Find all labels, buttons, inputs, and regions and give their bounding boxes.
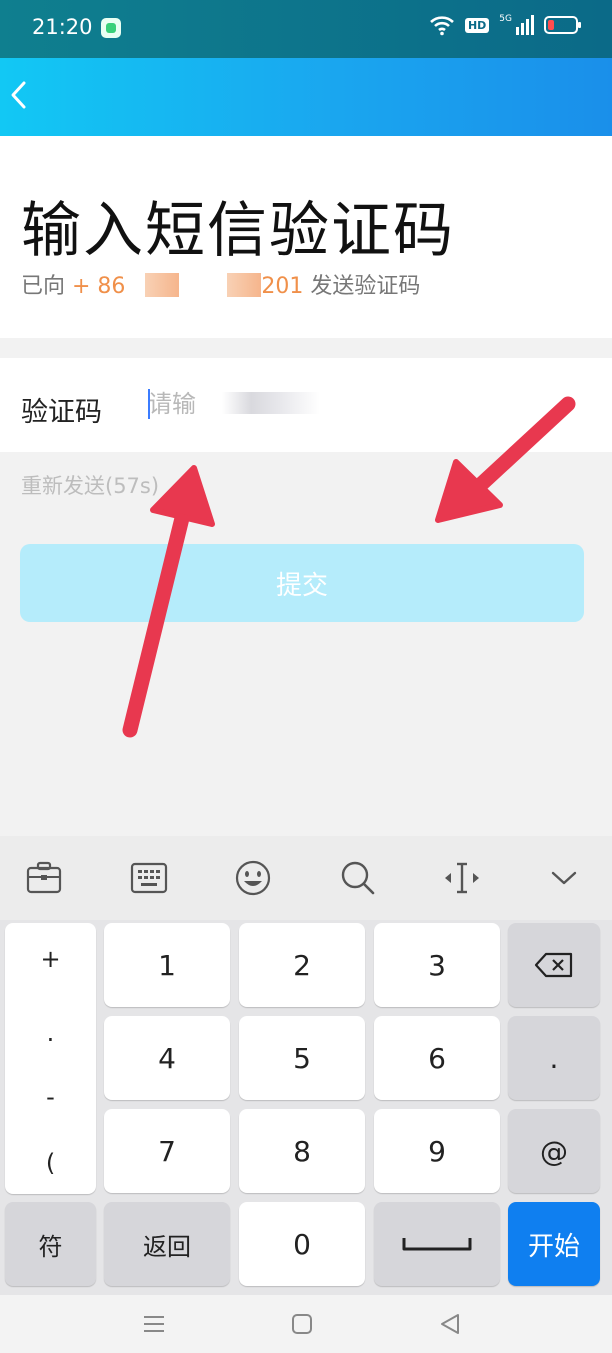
numeric-keyboard: + . - ( 1 2 3 4 5 6 . 7 8 9 @ 符 返回 0 开始	[0, 920, 612, 1295]
placeholder-blur	[222, 392, 320, 414]
key-9[interactable]: 9	[374, 1109, 500, 1193]
search-icon[interactable]	[338, 858, 378, 898]
clipboard-icon[interactable]	[24, 858, 64, 898]
hd-badge: HD	[464, 17, 490, 33]
back-nav-icon[interactable]	[433, 1307, 467, 1341]
space-icon	[402, 1238, 472, 1251]
key-1[interactable]: 1	[104, 923, 230, 1007]
phone-suffix: 201	[261, 274, 304, 299]
wifi-icon	[430, 16, 454, 36]
key-8[interactable]: 8	[239, 1109, 365, 1193]
network-type: 5G	[499, 14, 512, 24]
key-6[interactable]: 6	[374, 1016, 500, 1100]
emoji-icon[interactable]	[233, 858, 273, 898]
keyboard-icon[interactable]	[129, 858, 169, 898]
cursor-icon[interactable]	[442, 858, 482, 898]
code-label: 验证码	[21, 397, 102, 428]
subtitle-prefix: 已向	[21, 274, 72, 299]
resend-button[interactable]: 重新发送(57s)	[21, 470, 159, 500]
status-time: 21:20	[32, 15, 93, 39]
signal-icon	[516, 15, 534, 35]
key-dot[interactable]: .	[508, 1016, 600, 1100]
keyboard-toolbar	[0, 836, 612, 920]
battery-icon	[544, 16, 581, 34]
key-5[interactable]: 5	[239, 1016, 365, 1100]
menu-icon[interactable]	[137, 1307, 171, 1341]
symbol-key[interactable]: (	[5, 1149, 96, 1177]
submit-button[interactable]: 提交	[20, 544, 584, 622]
title-section: 输入短信验证码 已向 + 86 201 发送验证码	[0, 136, 612, 338]
key-0[interactable]: 0	[239, 1202, 365, 1286]
system-nav-bar	[0, 1295, 612, 1353]
status-bar: 21:20 HD 5G	[0, 0, 612, 58]
key-at[interactable]: @	[508, 1109, 600, 1193]
status-icons: HD 5G	[429, 14, 581, 36]
space-key[interactable]	[374, 1202, 500, 1286]
chevron-down-icon[interactable]	[544, 858, 584, 898]
symbol-key[interactable]: .	[5, 1019, 96, 1047]
key-2[interactable]: 2	[239, 923, 365, 1007]
chevron-left-icon	[11, 81, 26, 109]
start-key[interactable]: 开始	[508, 1202, 600, 1286]
symbol-key[interactable]: +	[5, 945, 96, 973]
phone-mask	[227, 273, 262, 297]
page-title: 输入短信验证码	[21, 196, 455, 266]
home-icon[interactable]	[285, 1307, 319, 1341]
symbols-key[interactable]: 符	[5, 1202, 96, 1286]
subtitle-suffix: 发送验证码	[303, 274, 421, 299]
text-caret	[148, 389, 150, 419]
return-key[interactable]: 返回	[104, 1202, 230, 1286]
backspace-button[interactable]	[508, 923, 600, 1007]
phone-prefix: + 86	[72, 274, 126, 299]
key-7[interactable]: 7	[104, 1109, 230, 1193]
phone-mask	[145, 273, 180, 297]
symbol-key[interactable]: -	[5, 1083, 96, 1111]
sms-sent-notice: 已向 + 86 201 发送验证码	[21, 268, 420, 300]
symbol-column[interactable]: + . - (	[5, 923, 96, 1194]
app-notification-icon	[101, 18, 121, 38]
backspace-icon	[534, 952, 573, 978]
key-3[interactable]: 3	[374, 923, 500, 1007]
back-button[interactable]	[4, 78, 32, 112]
key-4[interactable]: 4	[104, 1016, 230, 1100]
